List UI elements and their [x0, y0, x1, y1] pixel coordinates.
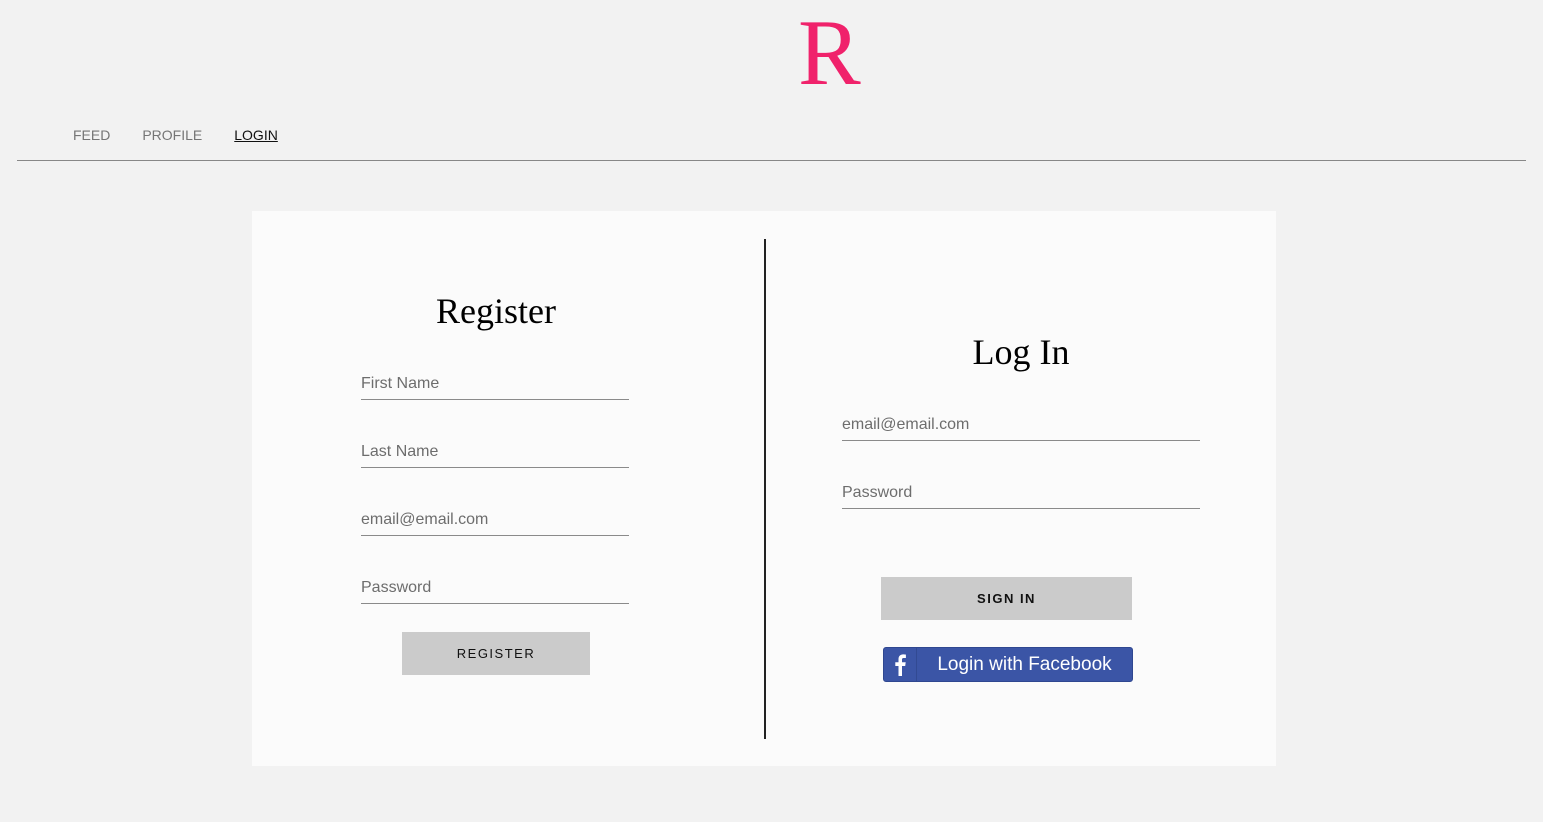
register-password-field — [361, 573, 629, 604]
register-email-field — [361, 505, 629, 536]
nav-item-profile[interactable]: PROFILE — [142, 127, 202, 144]
facebook-login-button[interactable]: Login with Facebook — [883, 647, 1133, 682]
sign-in-button[interactable]: SIGN IN — [881, 577, 1132, 620]
register-email-input[interactable] — [361, 505, 629, 535]
first-name-field — [361, 369, 629, 400]
login-password-field — [842, 478, 1200, 509]
page: R FEED PROFILE LOGIN Register REGISTER — [0, 0, 1543, 822]
last-name-input[interactable] — [361, 437, 629, 467]
nav-item-feed[interactable]: FEED — [73, 127, 110, 144]
register-button[interactable]: REGISTER — [402, 632, 590, 675]
facebook-login-label: Login with Facebook — [937, 654, 1112, 675]
register-password-input[interactable] — [361, 573, 629, 603]
auth-card: Register REGISTER Log In — [252, 211, 1276, 766]
login-email-field — [842, 410, 1200, 441]
first-name-input[interactable] — [361, 369, 629, 399]
login-heading: Log In — [972, 332, 1070, 372]
register-heading: Register — [436, 291, 556, 331]
nav-item-login[interactable]: LOGIN — [234, 127, 278, 144]
main-nav: FEED PROFILE LOGIN — [73, 127, 310, 144]
login-email-input[interactable] — [842, 410, 1200, 440]
login-password-input[interactable] — [842, 478, 1200, 508]
brand-logo[interactable]: R — [798, 6, 861, 100]
column-divider — [764, 239, 766, 739]
facebook-icon — [884, 648, 917, 681]
last-name-field — [361, 437, 629, 468]
nav-divider — [17, 160, 1526, 161]
